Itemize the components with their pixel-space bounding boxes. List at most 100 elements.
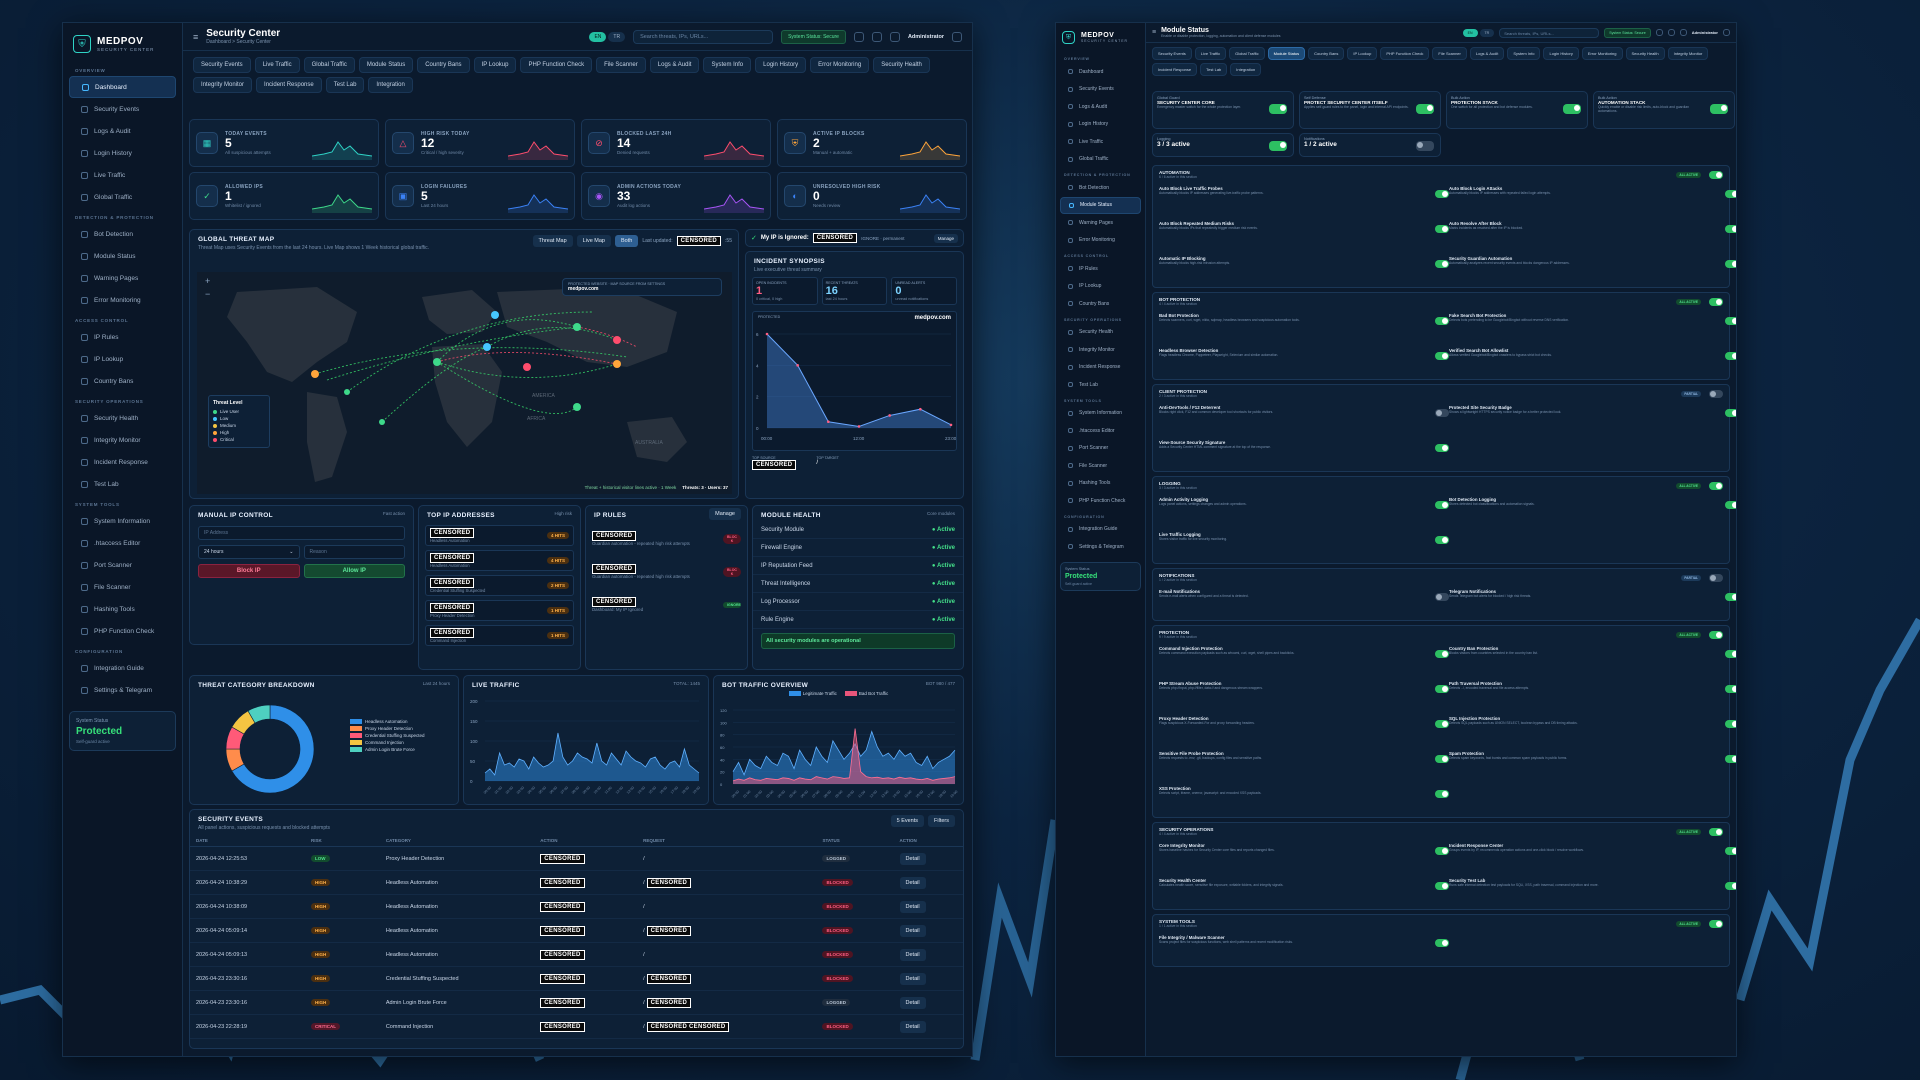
tab-file-scanner[interactable]: File Scanner: [596, 57, 646, 73]
toggle-switch[interactable]: [1725, 650, 1736, 658]
detail-button[interactable]: Detail: [899, 900, 926, 913]
top-ip-row[interactable]: CENSORED Headless Automation 4 HITS: [425, 525, 574, 546]
zoom-out-icon[interactable]: −: [205, 289, 210, 299]
search-input[interactable]: Search threats, IPs, URLs...: [633, 29, 774, 44]
sidebar-item-file-scanner[interactable]: File Scanner: [69, 576, 176, 598]
toggle-switch[interactable]: [1435, 720, 1449, 728]
tab-live-traffic[interactable]: Live Traffic: [254, 57, 300, 73]
toggle-switch[interactable]: [1725, 352, 1736, 360]
tab-logs-audit[interactable]: Logs & Audit: [1469, 47, 1505, 60]
sidebar-item-security-health[interactable]: Security Health: [69, 407, 176, 429]
table-row[interactable]: 2026-04-24 12:25:53 LOW Proxy Header Detec…: [190, 846, 963, 871]
column-header[interactable]: CATEGORY: [379, 835, 535, 847]
toggle-switch[interactable]: [1725, 755, 1736, 763]
tab-logs-audit[interactable]: Logs & Audit: [649, 57, 700, 73]
tab-ip-lookup[interactable]: IP Lookup: [1347, 47, 1378, 60]
sidebar-item-system-information[interactable]: System Information: [1060, 405, 1141, 423]
sidebar-item-settings-telegram[interactable]: Settings & Telegram: [69, 679, 176, 701]
stat-card-today-events[interactable]: ▦ TODAY EVENTS 5 All suspicious attempts: [189, 119, 379, 167]
table-row[interactable]: 2026-04-23 23:30:16 HIGH Credential Stuffi…: [190, 966, 963, 991]
sidebar-item-module-status[interactable]: Module Status: [1060, 196, 1141, 214]
tab-country-bans[interactable]: Country Bans: [417, 57, 470, 73]
sidebar-item-security-events[interactable]: Security Events: [1060, 81, 1141, 99]
stat-card-login-failures[interactable]: ▣ LOGIN FAILURES 5 Last 24 hours: [385, 172, 575, 220]
stat-card-high-risk-today[interactable]: △ HIGH RISK TODAY 12 Critical / high severi…: [385, 119, 575, 167]
toggle-switch[interactable]: [1435, 847, 1449, 855]
user-menu[interactable]: Administrator: [908, 34, 944, 40]
stat-card-blocked-last-24h[interactable]: ⊘ BLOCKED LAST 24H 14 Denied requests: [581, 119, 771, 167]
sidebar-item-hashing-tools[interactable]: Hashing Tools: [69, 598, 176, 620]
toggle-switch[interactable]: [1435, 939, 1449, 947]
toggle-switch[interactable]: [1435, 409, 1449, 417]
toggle-switch[interactable]: [1435, 882, 1449, 890]
sidebar-item-bot-detection[interactable]: Bot Detection: [69, 223, 176, 245]
sidebar-item-integration-guide[interactable]: Integration Guide: [69, 657, 176, 679]
sidebar-item-integration-guide[interactable]: Integration Guide: [1060, 521, 1141, 539]
tab-live-traffic[interactable]: Live Traffic: [1194, 47, 1227, 60]
tab-global-traffic[interactable]: Global Traffic: [303, 57, 355, 73]
user-menu[interactable]: Administrator: [1692, 30, 1718, 35]
tab-incident-response[interactable]: Incident Response: [1152, 63, 1198, 76]
ip-rule-row[interactable]: CENSORED Guardian automation - repeated h…: [592, 524, 741, 554]
threat-map-button[interactable]: Threat Map: [532, 234, 573, 247]
tab-system-info[interactable]: System Info: [1507, 47, 1541, 60]
sidebar-item-logs-audit[interactable]: Logs & Audit: [69, 120, 176, 142]
filters-button[interactable]: Filters: [928, 814, 955, 827]
tab-global-traffic[interactable]: Global Traffic: [1229, 47, 1265, 60]
toggle-switch[interactable]: [1435, 501, 1449, 509]
tab-php-function-check[interactable]: PHP Function Check: [520, 57, 593, 73]
zoom-in-icon[interactable]: +: [205, 276, 210, 286]
tab-ip-lookup[interactable]: IP Lookup: [473, 57, 517, 73]
sidebar-item-php-function-check[interactable]: PHP Function Check: [69, 620, 176, 642]
sidebar-item-error-monitoring[interactable]: Error Monitoring: [69, 289, 176, 311]
toggle-switch[interactable]: [1416, 141, 1434, 151]
group-toggle-switch[interactable]: [1709, 573, 1723, 582]
brand-logo[interactable]: ⛨ MEDPOV SECURITY CENTER: [1056, 23, 1145, 52]
toggle-switch[interactable]: [1435, 444, 1449, 452]
toggle-switch[interactable]: [1563, 104, 1581, 114]
sidebar-item-live-traffic[interactable]: Live Traffic: [69, 164, 176, 186]
toggle-switch[interactable]: [1725, 225, 1736, 233]
sidebar-item-dashboard[interactable]: Dashboard: [1060, 63, 1141, 81]
tab-error-monitoring[interactable]: Error Monitoring: [1581, 47, 1623, 60]
group-toggle-switch[interactable]: [1709, 389, 1723, 398]
sidebar-item-logs-audit[interactable]: Logs & Audit: [1060, 98, 1141, 116]
allow-ip-button[interactable]: Allow IP: [303, 564, 405, 578]
sidebar-item-security-health[interactable]: Security Health: [1060, 324, 1141, 342]
toggle-switch[interactable]: [1725, 501, 1736, 509]
sidebar-item-global-traffic[interactable]: Global Traffic: [1060, 151, 1141, 169]
toggle-switch[interactable]: [1435, 225, 1449, 233]
group-toggle-switch[interactable]: [1709, 481, 1723, 490]
detail-button[interactable]: Detail: [899, 924, 926, 937]
toggle-switch[interactable]: [1725, 190, 1736, 198]
sidebar-item-integrity-monitor[interactable]: Integrity Monitor: [69, 429, 176, 451]
detail-button[interactable]: Detail: [899, 972, 926, 985]
toggle-switch[interactable]: [1435, 190, 1449, 198]
tab-security-events[interactable]: Security Events: [1152, 47, 1192, 60]
sidebar-item-country-bans[interactable]: Country Bans: [1060, 295, 1141, 313]
table-row[interactable]: 2026-04-24 05:09:14 HIGH Headless Automati…: [190, 918, 963, 943]
detail-button[interactable]: Detail: [899, 876, 926, 889]
brand-logo[interactable]: ⛨ MEDPOV SECURITY CENTER: [63, 23, 182, 61]
tab-module-status[interactable]: Module Status: [358, 57, 414, 73]
toggle-switch[interactable]: [1435, 352, 1449, 360]
tab-incident-response[interactable]: Incident Response: [256, 77, 322, 93]
logout-icon[interactable]: [1723, 29, 1730, 36]
tab-login-history[interactable]: Login History: [755, 57, 807, 73]
detail-button[interactable]: Detail: [899, 1020, 926, 1033]
group-toggle-switch[interactable]: [1709, 170, 1723, 179]
sidebar-item-country-bans[interactable]: Country Bans: [69, 370, 176, 392]
sidebar-item-test-lab[interactable]: Test Lab: [1060, 376, 1141, 394]
grid-icon[interactable]: [1655, 29, 1663, 36]
tab-test-lab[interactable]: Test Lab: [325, 77, 365, 93]
sidebar-item-security-events[interactable]: Security Events: [69, 98, 176, 120]
toggle-switch[interactable]: [1710, 104, 1728, 114]
top-ip-row[interactable]: CENSORED Headless Automation 4 HITS: [425, 550, 574, 571]
toggle-switch[interactable]: [1435, 260, 1449, 268]
detail-button[interactable]: Detail: [899, 948, 926, 961]
toggle-switch[interactable]: [1435, 755, 1449, 763]
settings-icon[interactable]: [1679, 29, 1687, 36]
sidebar-item-warning-pages[interactable]: Warning Pages: [1060, 214, 1141, 232]
lang-tr-button[interactable]: TR: [1479, 28, 1495, 37]
search-input[interactable]: Search threats, IPs, URLs...: [1499, 27, 1600, 38]
